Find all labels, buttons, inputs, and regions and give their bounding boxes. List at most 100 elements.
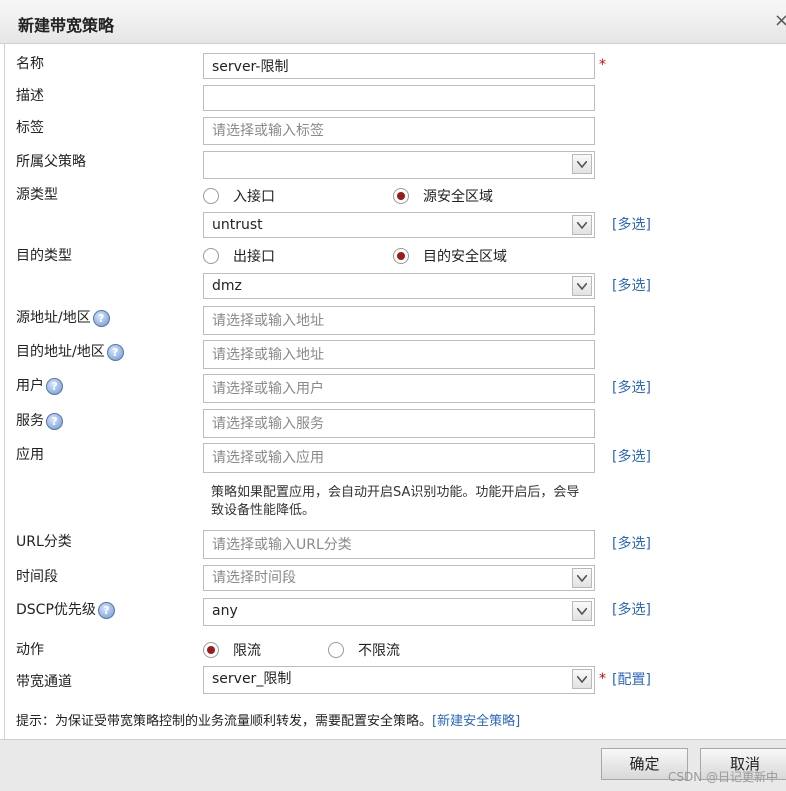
dscp-multi-link[interactable]: [多选] bbox=[612, 599, 651, 619]
hint-text: 提示：为保证受带宽策略控制的业务流量顺利转发，需要配置安全策略。 bbox=[16, 714, 433, 729]
watermark: CSDN @日记更新中 bbox=[667, 770, 778, 784]
dscp-label-text: DSCP优先级 bbox=[16, 602, 96, 618]
radio-dest-zone-label: 目的安全区域 bbox=[423, 249, 507, 265]
radio-source-zone-label: 源安全区域 bbox=[423, 189, 493, 205]
radio-source-zone[interactable] bbox=[393, 188, 409, 204]
tag-input[interactable] bbox=[203, 117, 595, 145]
row-description: 描述 bbox=[5, 84, 786, 114]
bandwidth-channel-value: server_限制 bbox=[212, 671, 292, 687]
chevron-down-icon[interactable] bbox=[572, 601, 592, 621]
row-dest-type: 目的类型 出接口 目的安全区域 bbox=[5, 243, 786, 273]
dialog-footer: 确定 取消 CSDN @日记更新中 bbox=[0, 739, 786, 791]
tag-label: 标签 bbox=[16, 120, 44, 136]
bandwidth-channel-config-link[interactable]: [配置] bbox=[612, 669, 651, 689]
radio-dest-zone[interactable] bbox=[393, 248, 409, 264]
row-dest-zone-select: dmz [多选] bbox=[5, 273, 786, 303]
service-label: 服务? bbox=[16, 410, 63, 430]
dialog-body: 名称 * 描述 标签 所属父策略 源类型 入接口 源安 bbox=[4, 44, 786, 739]
row-parent-policy: 所属父策略 bbox=[5, 150, 786, 180]
row-dscp: DSCP优先级? any [多选] bbox=[5, 598, 786, 628]
source-zone-value: untrust bbox=[212, 217, 263, 233]
new-bandwidth-policy-dialog: 新建带宽策略 × 名称 * 描述 标签 所属父策略 bbox=[0, 0, 786, 791]
user-multi-link[interactable]: [多选] bbox=[612, 377, 651, 397]
time-range-select[interactable]: 请选择时间段 bbox=[203, 565, 595, 591]
url-category-input[interactable] bbox=[203, 530, 595, 559]
source-zone-select[interactable]: untrust bbox=[203, 212, 595, 238]
parent-policy-select[interactable] bbox=[203, 151, 595, 179]
description-input[interactable] bbox=[203, 85, 595, 111]
row-application: 应用 [多选] bbox=[5, 443, 786, 473]
dscp-label: DSCP优先级? bbox=[16, 599, 115, 619]
row-tag: 标签 bbox=[5, 116, 786, 146]
radio-no-limit-label: 不限流 bbox=[358, 643, 400, 659]
row-dest-address: 目的地址/地区? bbox=[5, 340, 786, 370]
help-icon[interactable]: ? bbox=[97, 601, 115, 619]
row-user: 用户? [多选] bbox=[5, 374, 786, 404]
source-address-label-text: 源地址/地区 bbox=[16, 310, 91, 326]
source-address-input[interactable] bbox=[203, 306, 595, 335]
row-source-zone-select: untrust [多选] bbox=[5, 212, 786, 242]
chevron-down-icon[interactable] bbox=[572, 568, 592, 588]
help-icon[interactable]: ? bbox=[46, 412, 63, 430]
required-marker: * bbox=[599, 57, 606, 73]
time-range-placeholder: 请选择时间段 bbox=[212, 570, 296, 586]
help-icon[interactable]: ? bbox=[92, 309, 110, 327]
service-input[interactable] bbox=[203, 409, 595, 438]
radio-rate-limit-label: 限流 bbox=[233, 643, 261, 659]
help-icon[interactable]: ? bbox=[46, 377, 63, 395]
user-label-text: 用户 bbox=[16, 378, 44, 394]
row-url-category: URL分类 [多选] bbox=[5, 530, 786, 560]
row-action: 动作 限流 不限流 bbox=[5, 637, 786, 667]
radio-out-interface[interactable] bbox=[203, 248, 219, 264]
row-source-address: 源地址/地区? bbox=[5, 306, 786, 336]
bandwidth-channel-label: 带宽通道 bbox=[16, 674, 72, 690]
chevron-down-icon[interactable] bbox=[572, 276, 592, 296]
application-input[interactable] bbox=[203, 443, 595, 473]
dscp-value: any bbox=[212, 603, 238, 619]
chevron-down-icon[interactable] bbox=[572, 669, 592, 689]
service-label-text: 服务 bbox=[16, 413, 44, 429]
time-range-label: 时间段 bbox=[16, 569, 58, 585]
new-security-policy-link[interactable]: [新建安全策略] bbox=[432, 714, 520, 729]
dialog-title: 新建带宽策略 bbox=[18, 16, 115, 35]
radio-rate-limit[interactable] bbox=[203, 642, 219, 658]
action-label: 动作 bbox=[16, 642, 44, 658]
dest-type-label: 目的类型 bbox=[16, 248, 72, 264]
user-input[interactable] bbox=[203, 374, 595, 403]
dest-address-label: 目的地址/地区? bbox=[16, 341, 124, 361]
description-label: 描述 bbox=[16, 88, 44, 104]
row-time-range: 时间段 请选择时间段 bbox=[5, 565, 786, 595]
chevron-down-icon[interactable] bbox=[572, 154, 592, 174]
dest-zone-multi-link[interactable]: [多选] bbox=[612, 275, 651, 295]
radio-no-limit[interactable] bbox=[328, 642, 344, 658]
source-zone-multi-link[interactable]: [多选] bbox=[612, 214, 651, 234]
dest-zone-value: dmz bbox=[212, 278, 242, 294]
name-label: 名称 bbox=[16, 56, 44, 72]
row-service: 服务? bbox=[5, 409, 786, 439]
hint: 提示：为保证受带宽策略控制的业务流量顺利转发，需要配置安全策略。[新建安全策略] bbox=[16, 710, 520, 729]
radio-in-interface[interactable] bbox=[203, 188, 219, 204]
dscp-select[interactable]: any bbox=[203, 598, 595, 626]
source-type-label: 源类型 bbox=[16, 187, 58, 203]
application-note: 策略如果配置应用，会自动开启SA识别功能。功能开启后，会导致设备性能降低。 bbox=[211, 485, 580, 518]
close-icon[interactable]: × bbox=[774, 10, 786, 31]
name-input[interactable] bbox=[203, 53, 595, 79]
parent-policy-label: 所属父策略 bbox=[16, 154, 86, 170]
required-marker: * bbox=[599, 671, 606, 687]
user-label: 用户? bbox=[16, 375, 63, 395]
dest-address-label-text: 目的地址/地区 bbox=[16, 344, 105, 360]
application-label: 应用 bbox=[16, 447, 44, 463]
row-source-type: 源类型 入接口 源安全区域 bbox=[5, 183, 786, 213]
url-category-multi-link[interactable]: [多选] bbox=[612, 533, 651, 553]
radio-in-interface-label: 入接口 bbox=[233, 189, 275, 205]
bandwidth-channel-select[interactable]: server_限制 bbox=[203, 666, 595, 694]
source-address-label: 源地址/地区? bbox=[16, 307, 110, 327]
help-icon[interactable]: ? bbox=[106, 343, 124, 361]
row-bandwidth-channel: 带宽通道 server_限制 * [配置] bbox=[5, 666, 786, 696]
dest-address-input[interactable] bbox=[203, 340, 595, 369]
dialog-titlebar: 新建带宽策略 × bbox=[0, 0, 786, 44]
chevron-down-icon[interactable] bbox=[572, 215, 592, 235]
url-category-label: URL分类 bbox=[16, 534, 72, 550]
dest-zone-select[interactable]: dmz bbox=[203, 273, 595, 299]
application-multi-link[interactable]: [多选] bbox=[612, 446, 651, 466]
